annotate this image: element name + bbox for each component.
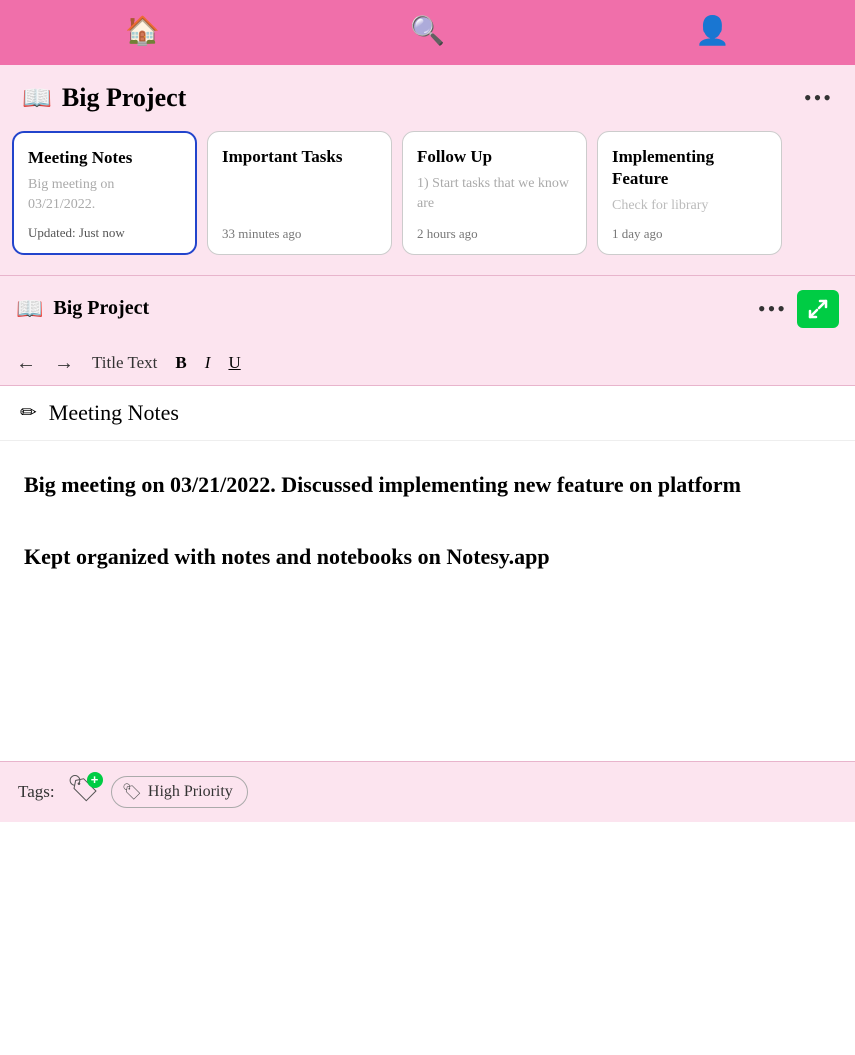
toolbar: ← → Title Text B I U — [0, 342, 855, 386]
edit-icon: ✏ — [20, 400, 37, 425]
add-tag-button[interactable]: 🏷 + — [67, 776, 99, 808]
underline-button[interactable]: U — [228, 353, 240, 373]
cards-container: Meeting Notes Big meeting on 03/21/2022.… — [0, 123, 855, 275]
card-preview: 1) Start tasks that we know are — [417, 174, 572, 216]
expand-button[interactable] — [797, 290, 839, 328]
project-title-group: 📖 Big Project — [22, 83, 186, 113]
note-paragraph-1: Big meeting on 03/21/2022. Discussed imp… — [24, 469, 831, 501]
more-options-button[interactable]: ••• — [804, 85, 833, 111]
sub-more-options-button[interactable]: ••• — [758, 296, 787, 322]
tags-footer: Tags: 🏷 + 🏷 High Priority — [0, 761, 855, 822]
italic-button[interactable]: I — [205, 353, 211, 373]
card-title: Follow Up — [417, 146, 572, 168]
card-preview: Check for library — [612, 196, 767, 216]
card-time: 2 hours ago — [417, 226, 572, 242]
card-time: 1 day ago — [612, 226, 767, 242]
note-title-bar: ✏ Meeting Notes — [0, 386, 855, 441]
add-badge: + — [87, 772, 103, 788]
card-preview — [222, 174, 377, 216]
note-content[interactable]: Big meeting on 03/21/2022. Discussed imp… — [0, 441, 855, 761]
search-icon[interactable]: 🔍 — [410, 18, 445, 46]
card-title: Implementing Feature — [612, 146, 767, 190]
note-paragraph-2: Kept organized with notes and notebooks … — [24, 541, 831, 573]
project-name: Big Project — [62, 83, 186, 113]
forward-button[interactable]: → — [54, 352, 74, 375]
tags-label: Tags: — [18, 782, 55, 802]
sub-header-right: ••• — [758, 290, 839, 328]
card-meeting-notes[interactable]: Meeting Notes Big meeting on 03/21/2022.… — [12, 131, 197, 255]
card-title: Important Tasks — [222, 146, 377, 168]
card-implementing-feature[interactable]: Implementing Feature Check for library 1… — [597, 131, 782, 255]
card-time: 33 minutes ago — [222, 226, 377, 242]
back-button[interactable]: ← — [16, 352, 36, 375]
tag-pill-label: High Priority — [148, 783, 233, 801]
sub-header: 📖 Big Project ••• — [0, 276, 855, 342]
note-title[interactable]: Meeting Notes — [49, 400, 179, 426]
sub-project-name: Big Project — [53, 297, 149, 320]
card-preview: Big meeting on 03/21/2022. — [28, 175, 181, 219]
top-navigation: 🏠 🔍 👤 — [0, 0, 855, 65]
book-icon: 📖 — [22, 84, 52, 113]
expand-icon — [806, 297, 830, 321]
tag-high-priority[interactable]: 🏷 High Priority — [111, 776, 248, 808]
card-follow-up[interactable]: Follow Up 1) Start tasks that we know ar… — [402, 131, 587, 255]
project-header: 📖 Big Project ••• — [0, 65, 855, 123]
card-title: Meeting Notes — [28, 147, 181, 169]
card-important-tasks[interactable]: Important Tasks 33 minutes ago — [207, 131, 392, 255]
sub-book-icon: 📖 — [16, 296, 43, 322]
style-selector[interactable]: Title Text — [92, 353, 157, 373]
profile-icon[interactable]: 👤 — [695, 18, 730, 46]
home-icon[interactable]: 🏠 — [125, 18, 160, 46]
sub-header-left: 📖 Big Project — [16, 296, 149, 322]
tag-pill-icon: 🏷 — [122, 782, 142, 802]
bold-button[interactable]: B — [175, 353, 186, 373]
card-updated: Updated: Just now — [28, 225, 181, 241]
